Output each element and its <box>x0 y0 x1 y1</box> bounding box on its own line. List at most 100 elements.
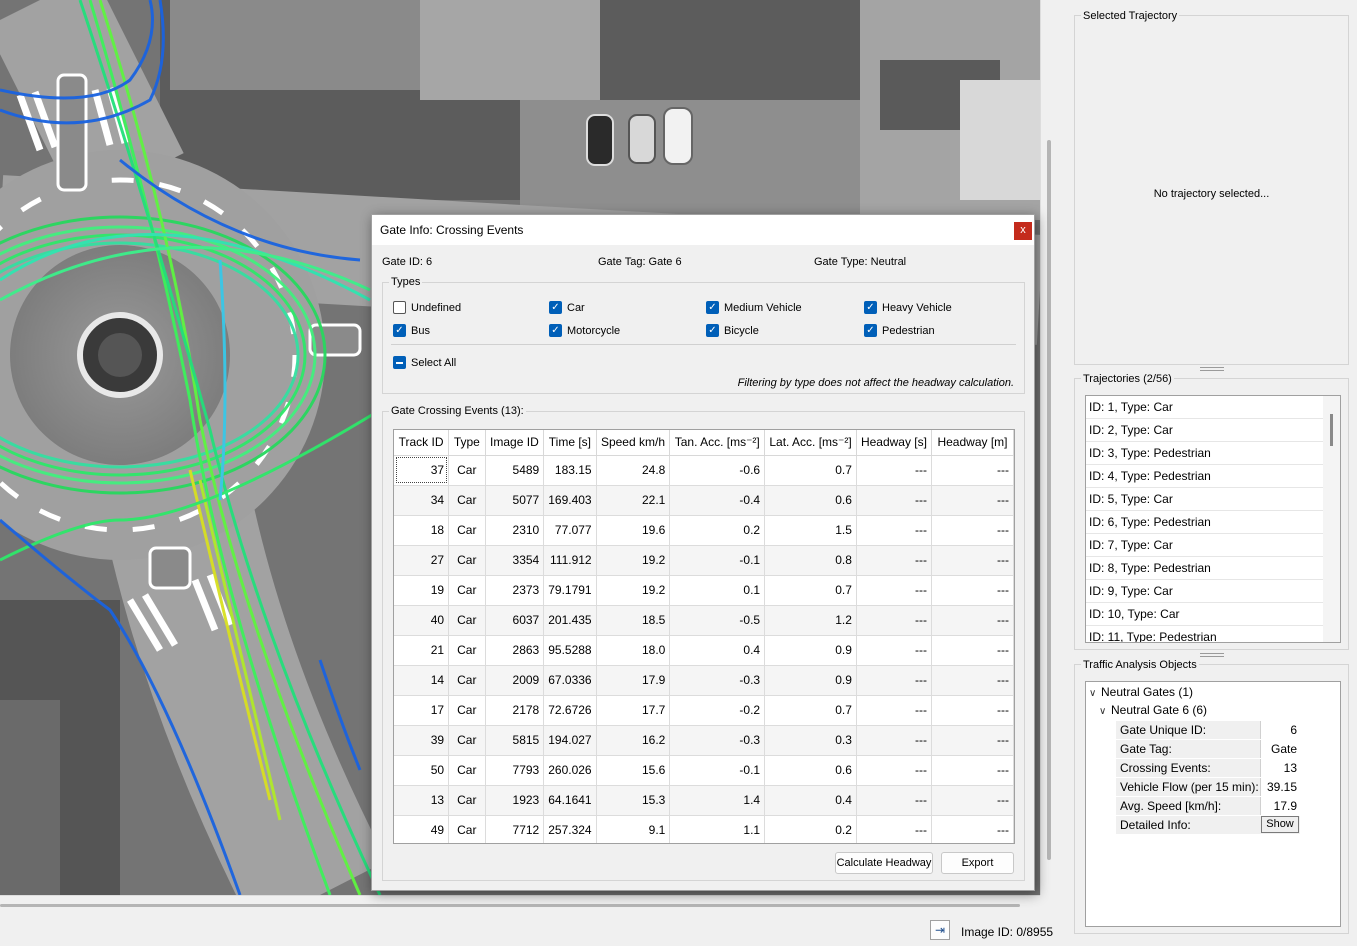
table-cell[interactable]: --- <box>931 665 1014 696</box>
table-cell[interactable]: --- <box>856 455 932 486</box>
table-cell[interactable]: 2863 <box>485 635 545 666</box>
table-cell[interactable]: 0.8 <box>764 545 857 576</box>
scroll-thumb[interactable] <box>1047 140 1051 860</box>
table-cell[interactable]: --- <box>931 635 1014 666</box>
list-item[interactable]: ID: 6, Type: Pedestrian <box>1086 511 1323 534</box>
table-cell[interactable]: Car <box>448 605 486 636</box>
table-cell[interactable]: -0.1 <box>669 545 766 576</box>
table-cell[interactable]: 18.0 <box>596 635 671 666</box>
table-cell[interactable]: 18.5 <box>596 605 671 636</box>
table-cell[interactable]: --- <box>931 785 1014 816</box>
table-cell[interactable]: 17.9 <box>596 665 671 696</box>
trajectory-list[interactable]: ID: 1, Type: Car ID: 2, Type: Car ID: 3,… <box>1085 395 1341 643</box>
table-cell[interactable]: --- <box>931 695 1014 726</box>
table-cell[interactable]: --- <box>856 635 932 666</box>
checkmark-icon[interactable]: ✓ <box>549 324 562 337</box>
checkbox-pedestrian[interactable]: ✓ Pedestrian <box>864 324 935 337</box>
table-cell[interactable]: 5815 <box>485 725 545 756</box>
table-cell[interactable]: Car <box>448 515 486 546</box>
list-item[interactable]: ID: 9, Type: Car <box>1086 580 1323 603</box>
checkbox-medium-vehicle[interactable]: ✓ Medium Vehicle <box>706 301 802 314</box>
show-details-button[interactable]: Show <box>1261 816 1299 833</box>
checkmark-icon[interactable]: ✓ <box>706 324 719 337</box>
table-cell[interactable]: --- <box>931 755 1014 786</box>
table-cell[interactable]: --- <box>856 605 932 636</box>
table-cell[interactable]: --- <box>931 515 1014 546</box>
chevron-down-icon[interactable]: ∨ <box>1099 706 1111 717</box>
tree-node-neutral-gates[interactable]: ∨ Neutral Gates (1) <box>1089 685 1193 699</box>
table-cell[interactable]: 24.8 <box>596 455 671 486</box>
table-cell[interactable]: 7712 <box>485 815 545 843</box>
table-row[interactable]: 40 Car 6037 201.435 18.5 -0.5 1.2 --- --- <box>394 605 1014 636</box>
table-cell[interactable]: -0.3 <box>669 665 766 696</box>
table-cell[interactable]: 19.2 <box>596 575 671 606</box>
table-cell[interactable]: 0.4 <box>669 635 766 666</box>
table-cell[interactable]: 40 <box>394 605 450 636</box>
traffic-objects-tree[interactable]: ∨ Neutral Gates (1) ∨ Neutral Gate 6 (6) G… <box>1085 681 1341 927</box>
table-cell[interactable]: 0.9 <box>764 635 857 666</box>
table-cell[interactable]: 27 <box>394 545 450 576</box>
table-cell[interactable]: 15.3 <box>596 785 671 816</box>
checkmark-icon[interactable]: ✓ <box>393 324 406 337</box>
table-cell[interactable]: 95.5288 <box>543 635 597 666</box>
table-cell[interactable]: --- <box>856 665 932 696</box>
table-cell[interactable]: 19.2 <box>596 545 671 576</box>
table-cell[interactable]: 0.1 <box>669 575 766 606</box>
table-cell[interactable]: --- <box>931 575 1014 606</box>
table-cell[interactable]: 0.7 <box>764 695 857 726</box>
table-cell[interactable]: 50 <box>394 755 450 786</box>
table-cell[interactable]: Car <box>448 455 486 486</box>
table-cell[interactable]: 0.2 <box>764 815 857 843</box>
table-cell[interactable]: --- <box>931 815 1014 843</box>
table-cell[interactable]: --- <box>856 755 932 786</box>
table-cell[interactable]: 15.6 <box>596 755 671 786</box>
table-cell[interactable]: 2009 <box>485 665 545 696</box>
table-cell[interactable]: --- <box>931 455 1014 486</box>
table-cell[interactable]: 1.1 <box>669 815 766 843</box>
checkbox-heavy-vehicle[interactable]: ✓ Heavy Vehicle <box>864 301 952 314</box>
table-cell[interactable]: --- <box>931 605 1014 636</box>
table-cell[interactable]: 0.6 <box>764 755 857 786</box>
table-cell[interactable]: 18 <box>394 515 450 546</box>
table-cell[interactable]: 183.15 <box>543 455 597 486</box>
table-cell[interactable]: 19.6 <box>596 515 671 546</box>
map-vertical-scrollbar[interactable] <box>1040 0 1057 895</box>
table-row[interactable]: 39 Car 5815 194.027 16.2 -0.3 0.3 --- --- <box>394 725 1014 756</box>
table-row[interactable]: 49 Car 7712 257.324 9.1 1.1 0.2 --- --- <box>394 815 1014 843</box>
list-item[interactable]: ID: 8, Type: Pedestrian <box>1086 557 1323 580</box>
column-header[interactable]: Lat. Acc. [ms⁻²] <box>764 430 857 456</box>
table-cell[interactable]: 1.4 <box>669 785 766 816</box>
table-cell[interactable]: Car <box>448 815 486 843</box>
table-cell[interactable]: -0.6 <box>669 455 766 486</box>
table-cell[interactable]: 19 <box>394 575 450 606</box>
checkmark-icon[interactable]: ✓ <box>864 301 877 314</box>
table-cell[interactable]: 0.4 <box>764 785 857 816</box>
map-horizontal-scrollbar[interactable] <box>0 895 1040 912</box>
list-item[interactable]: ID: 3, Type: Pedestrian <box>1086 442 1323 465</box>
list-item[interactable]: ID: 5, Type: Car <box>1086 488 1323 511</box>
checkbox-motorcycle[interactable]: ✓ Motorcycle <box>549 324 620 337</box>
list-scrollbar[interactable] <box>1323 396 1340 642</box>
table-cell[interactable]: 257.324 <box>543 815 597 843</box>
table-cell[interactable]: 2178 <box>485 695 545 726</box>
table-row[interactable]: 13 Car 1923 64.1641 15.3 1.4 0.4 --- --- <box>394 785 1014 816</box>
table-cell[interactable]: --- <box>856 485 932 516</box>
table-cell[interactable]: --- <box>856 785 932 816</box>
table-cell[interactable]: Car <box>448 545 486 576</box>
table-cell[interactable]: 37 <box>394 455 450 486</box>
column-header[interactable]: Image ID <box>485 430 545 456</box>
close-button[interactable]: x <box>1014 222 1032 240</box>
list-item[interactable]: ID: 2, Type: Car <box>1086 419 1323 442</box>
table-cell[interactable]: --- <box>856 815 932 843</box>
table-cell[interactable]: 7793 <box>485 755 545 786</box>
table-cell[interactable]: 17.7 <box>596 695 671 726</box>
tree-node-gate-6[interactable]: ∨ Neutral Gate 6 (6) <box>1099 703 1207 717</box>
table-cell[interactable]: --- <box>856 725 932 756</box>
table-cell[interactable]: -0.4 <box>669 485 766 516</box>
table-cell[interactable]: 1923 <box>485 785 545 816</box>
chevron-down-icon[interactable]: ∨ <box>1089 688 1101 699</box>
table-cell[interactable]: 5077 <box>485 485 545 516</box>
table-cell[interactable]: --- <box>856 575 932 606</box>
column-header[interactable]: Speed km/h <box>596 430 671 456</box>
table-cell[interactable]: --- <box>856 545 932 576</box>
